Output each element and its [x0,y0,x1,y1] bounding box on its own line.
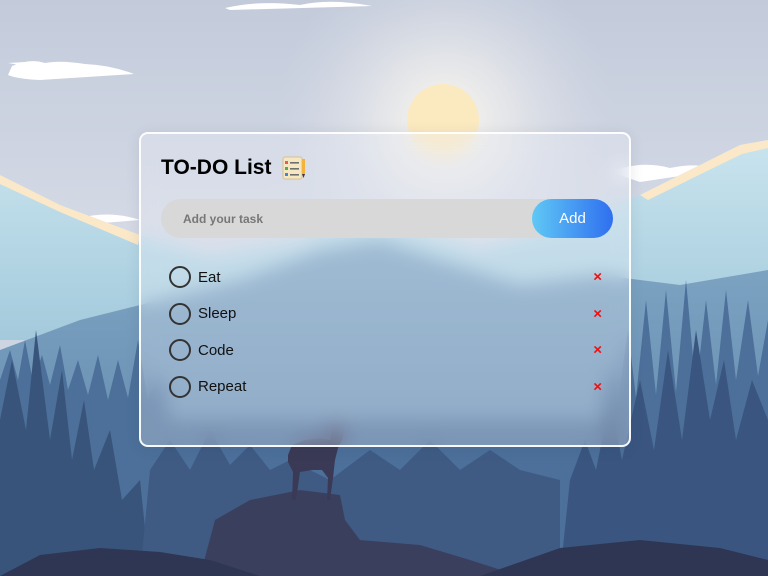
delete-icon[interactable]: × [593,379,602,394]
task-label: Eat [198,268,221,286]
delete-icon[interactable]: × [593,270,602,285]
list-item[interactable]: Repeat × [168,369,608,406]
add-button[interactable]: Add [532,199,613,238]
page-title: TO-DO List [161,156,272,179]
checklist-icon [281,155,307,181]
delete-icon[interactable]: × [593,343,602,358]
checkbox-icon[interactable] [169,266,191,289]
task-label: Repeat [198,378,247,396]
list-item[interactable]: Sleep × [168,296,608,333]
checkbox-icon[interactable] [169,339,191,362]
list-item[interactable]: Eat × [168,259,608,296]
todo-card: TO-DO List Add Eat × Slee [139,132,631,447]
task-label: Code [198,341,234,359]
task-list: Eat × Sleep × Code × Repeat × [168,259,608,405]
delete-icon[interactable]: × [593,306,602,321]
checkbox-icon[interactable] [169,375,191,398]
checkbox-icon[interactable] [169,302,191,325]
add-task-row: Add [161,199,613,238]
list-item[interactable]: Code × [168,332,608,369]
task-label: Sleep [198,305,237,323]
header: TO-DO List [161,154,307,182]
task-input[interactable] [161,199,533,238]
